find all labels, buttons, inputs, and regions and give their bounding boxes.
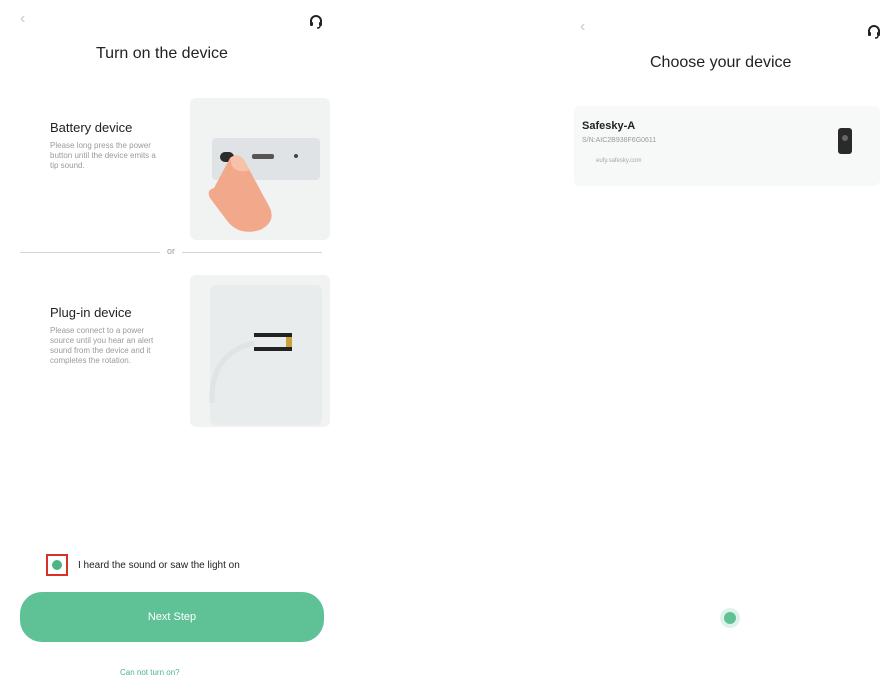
cannot-turn-on-link[interactable]: Can not turn on? [120, 668, 180, 677]
headset-icon[interactable] [866, 24, 882, 40]
power-plug-image [209, 285, 322, 425]
divider-left [20, 252, 160, 253]
turn-on-device-screen: ‹ Turn on the device Battery device Plea… [0, 0, 340, 682]
page-title: Turn on the device [96, 45, 228, 62]
loading-indicator [724, 612, 736, 624]
device-thumbnail [838, 128, 852, 154]
device-name: Safesky-A [582, 120, 636, 132]
battery-device-description: Please long press the power button until… [50, 141, 156, 170]
battery-button-image [208, 138, 320, 232]
device-meta: eufy.safesky.com [596, 158, 642, 164]
plugin-device-description: Please connect to a power source until y… [50, 326, 154, 365]
plugin-device-title: Plug-in device [50, 305, 132, 320]
device-serial: S/N:AIC2B938F6G0611 [582, 137, 657, 144]
confirm-checkbox[interactable] [52, 560, 62, 570]
headset-icon[interactable] [308, 14, 324, 30]
page-title: Choose your device [650, 54, 792, 71]
or-separator: or [167, 246, 176, 256]
divider-right [182, 252, 322, 253]
back-arrow-icon[interactable]: ‹ [20, 10, 25, 28]
next-step-button[interactable]: Next Step [20, 592, 324, 642]
battery-device-illustration [190, 98, 330, 240]
back-arrow-icon[interactable]: ‹ [580, 18, 585, 36]
battery-device-title: Battery device [50, 120, 133, 135]
device-card[interactable]: Safesky-A S/N:AIC2B938F6G0611 eufy.safes… [574, 106, 880, 186]
checkbox-label: I heard the sound or saw the light on [78, 560, 240, 571]
plugin-device-illustration [190, 275, 330, 427]
choose-device-screen: ‹ Choose your device Safesky-A S/N:AIC2B… [560, 0, 884, 682]
